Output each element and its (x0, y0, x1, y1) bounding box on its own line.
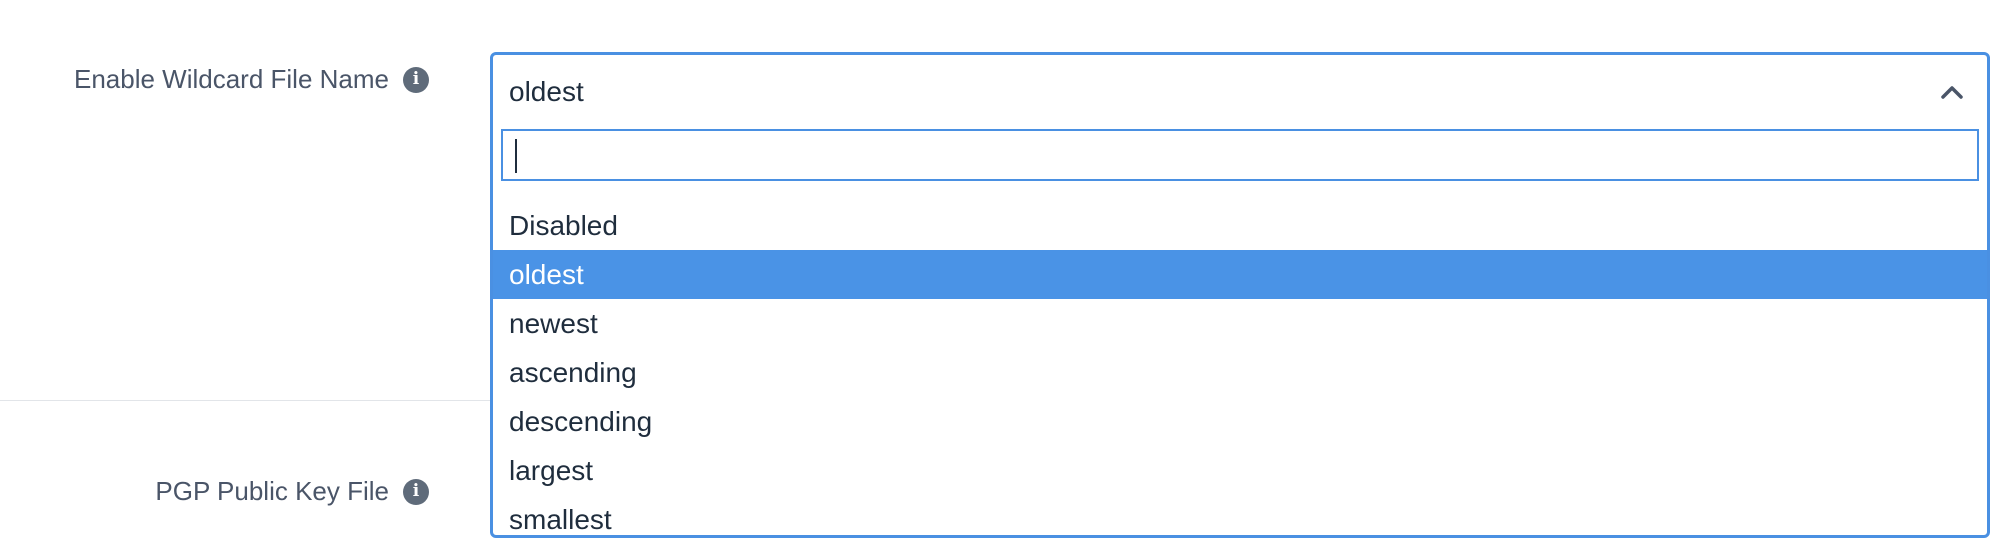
select-search-wrapper (493, 129, 1987, 189)
select-option[interactable]: smallest (493, 495, 1987, 544)
select-option[interactable]: largest (493, 446, 1987, 495)
select-option[interactable]: Disabled (493, 201, 1987, 250)
wildcard-field-label: Enable Wildcard File Name (73, 64, 389, 94)
settings-form: Enable Wildcard File Name i PGP Public K… (0, 0, 2014, 556)
wildcard-field-label-row: Enable Wildcard File Name i (74, 64, 429, 95)
info-icon[interactable]: i (403, 478, 429, 505)
select-option[interactable]: oldest (493, 250, 1987, 299)
select-current-value-display[interactable]: oldest (493, 55, 1987, 129)
pgp-field-label: PGP Public Key File (155, 476, 389, 506)
select-option[interactable]: descending (493, 397, 1987, 446)
pgp-field-label-row: PGP Public Key File i (155, 476, 429, 507)
select-options-list: Disabled oldest newest ascending descending l… (493, 201, 1987, 544)
select-option[interactable]: ascending (493, 348, 1987, 397)
select-search-input[interactable] (501, 129, 1979, 181)
section-divider (0, 400, 492, 401)
wildcard-select-dropdown[interactable]: oldest Disabled oldest newest ascending desc… (490, 52, 1990, 538)
select-current-value: oldest (509, 76, 584, 107)
text-caret (515, 139, 517, 173)
chevron-up-icon[interactable] (1939, 79, 1965, 105)
info-icon[interactable]: i (403, 66, 429, 93)
select-option[interactable]: newest (493, 299, 1987, 348)
